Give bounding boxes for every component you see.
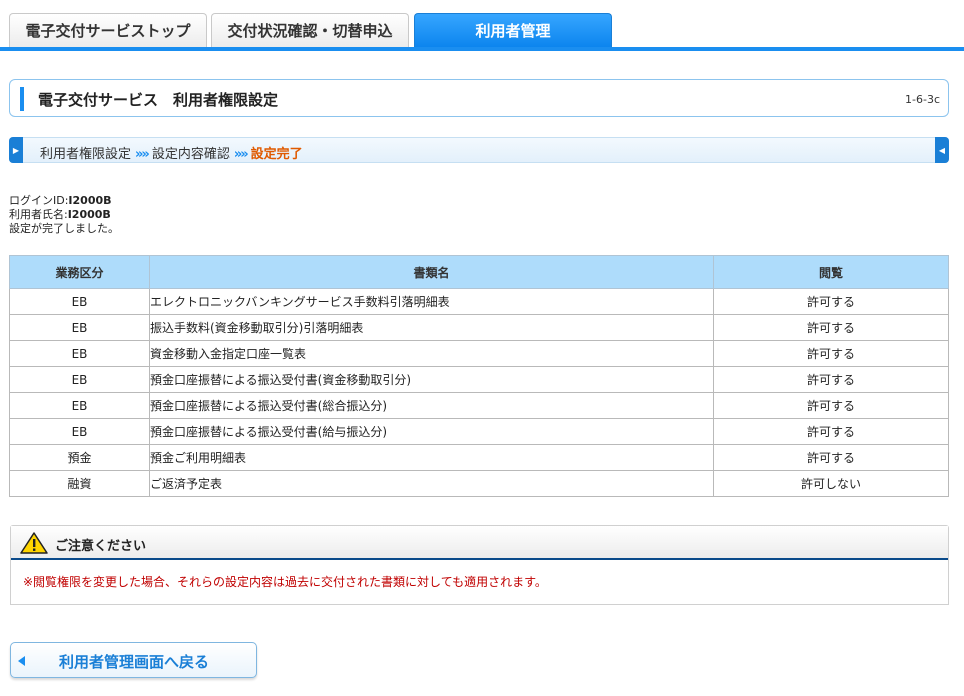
cell-document: 振込手数料(資金移動取引分)引落明細表 [149,314,714,341]
tab-bar: 電子交付サービストップ 交付状況確認・切替申込 利用者管理 [0,0,964,52]
cell-view: 許可する [713,366,949,393]
cell-category: EB [9,314,150,341]
page-title: 電子交付サービス 利用者権限設定 [38,91,279,109]
cell-view: 許可する [713,340,949,367]
table-row: EB 資金移動入金指定口座一覧表 許可する [9,340,949,367]
step-item: 設定内容確認 [151,147,230,162]
cell-view: 許可する [713,444,949,471]
cell-document: ご返済予定表 [149,470,714,497]
cell-view: 許可しない [713,470,949,497]
login-id-label: ログインID: [9,194,69,207]
table-row: 預金 預金ご利用明細表 許可する [9,444,949,471]
column-header-document: 書類名 [149,255,714,289]
cell-category: EB [9,366,150,393]
login-id-line: ログインID:I2000B [9,194,119,208]
cell-category: EB [9,418,150,445]
screen-code: 1-6-3c [905,93,940,106]
permission-table: 業務区分 書類名 閲覧 EB エレクトロニックバンキングサービス手数料引落明細表… [9,255,949,497]
cell-document: 預金口座振替による振込受付書(資金移動取引分) [149,366,714,393]
column-header-view: 閲覧 [713,255,949,289]
step-indicator: ▶ 利用者権限設定»» 設定内容確認»» 設定完了 ◀ [9,137,949,163]
user-name-label: 利用者氏名: [9,208,68,221]
column-header-category: 業務区分 [9,255,150,289]
cell-view: 許可する [713,314,949,341]
table-row: EB 預金口座振替による振込受付書(資金移動取引分) 許可する [9,366,949,393]
cell-category: 融資 [9,470,150,497]
table-row: 融資 ご返済予定表 許可しない [9,470,949,497]
cell-category: EB [9,340,150,367]
cell-document: エレクトロニックバンキングサービス手数料引落明細表 [149,288,714,315]
cell-view: 許可する [713,418,949,445]
table-header-row: 業務区分 書類名 閲覧 [9,255,949,289]
table-row: EB 振込手数料(資金移動取引分)引落明細表 許可する [9,314,949,341]
warning-icon [20,532,48,554]
cell-document: 預金口座振替による振込受付書(給与振込分) [149,418,714,445]
page-header: 電子交付サービス 利用者権限設定 1-6-3c [9,79,949,117]
step-item-current: 設定完了 [250,147,303,162]
notice-title: ご注意ください [55,539,147,554]
cell-category: EB [9,392,150,419]
cell-category: EB [9,288,150,315]
cell-document: 預金ご利用明細表 [149,444,714,471]
user-info: ログインID:I2000B 利用者氏名:I2000B 設定が完了しました。 [9,194,119,236]
table-row: EB 預金口座振替による振込受付書(総合振込分) 許可する [9,392,949,419]
tab-underline [0,47,964,51]
back-to-user-management-button[interactable]: 利用者管理画面へ戻る [10,642,257,678]
cell-document: 預金口座振替による振込受付書(総合振込分) [149,392,714,419]
step-separator-icon: »» [135,147,150,162]
step-list: 利用者権限設定»» 設定内容確認»» 設定完了 [40,143,303,162]
notice-header: ご注意ください [11,526,948,560]
user-name-line: 利用者氏名:I2000B [9,208,119,222]
header-accent-bar [20,87,24,111]
table-row: EB 預金口座振替による振込受付書(給与振込分) 許可する [9,418,949,445]
notice-text: ※閲覧権限を変更した場合、それらの設定内容は過去に交付された書類に対しても適用さ… [23,575,547,589]
user-name-value: I2000B [67,208,111,221]
step-cap-right-icon: ◀ [935,137,949,163]
cell-view: 許可する [713,392,949,419]
step-cap-left-icon: ▶ [9,137,23,163]
cell-category: 預金 [9,444,150,471]
table-row: EB エレクトロニックバンキングサービス手数料引落明細表 許可する [9,288,949,315]
notice-box: ご注意ください ※閲覧権限を変更した場合、それらの設定内容は過去に交付された書類… [10,525,949,605]
step-item: 利用者権限設定 [40,147,132,162]
cell-view: 許可する [713,288,949,315]
login-id-value: I2000B [68,194,112,207]
cell-document: 資金移動入金指定口座一覧表 [149,340,714,367]
tab-status[interactable]: 交付状況確認・切替申込 [211,13,409,47]
step-separator-icon: »» [233,147,249,162]
tab-top[interactable]: 電子交付サービストップ [9,13,207,47]
tab-user-management[interactable]: 利用者管理 [414,13,612,47]
completion-message: 設定が完了しました。 [9,222,119,235]
arrow-left-icon [18,656,25,666]
back-button-label: 利用者管理画面へ戻る [59,653,210,671]
